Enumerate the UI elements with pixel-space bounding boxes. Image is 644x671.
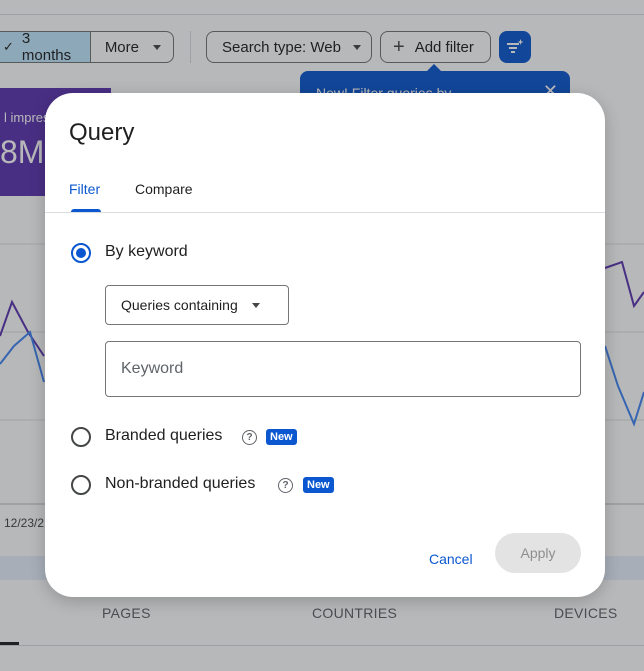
tab-compare[interactable]: Compare [135, 181, 193, 211]
by-keyword-label[interactable]: By keyword [105, 243, 188, 261]
query-filter-dialog: Query Filter Compare By keyword Queries … [45, 93, 605, 597]
keyword-input[interactable] [105, 341, 581, 397]
match-type-select[interactable]: Queries containing [105, 285, 289, 325]
tab-filter[interactable]: Filter [69, 181, 100, 211]
branded-queries-radio[interactable] [71, 427, 91, 447]
branded-queries-label[interactable]: Branded queries [105, 427, 222, 445]
apply-button[interactable]: Apply [495, 533, 581, 573]
cancel-button[interactable]: Cancel [419, 539, 483, 579]
new-badge: New [266, 429, 297, 445]
new-badge: New [303, 477, 334, 493]
tabs-divider [45, 212, 605, 213]
help-circle-icon[interactable]: ? [242, 430, 257, 445]
non-branded-queries-radio[interactable] [71, 475, 91, 495]
by-keyword-radio[interactable] [71, 243, 91, 263]
dialog-title: Query [69, 119, 135, 146]
help-circle-icon[interactable]: ? [278, 478, 293, 493]
match-type-value: Queries containing [121, 297, 238, 313]
dropdown-arrow-icon [251, 302, 260, 308]
non-branded-queries-label[interactable]: Non-branded queries [105, 475, 255, 493]
